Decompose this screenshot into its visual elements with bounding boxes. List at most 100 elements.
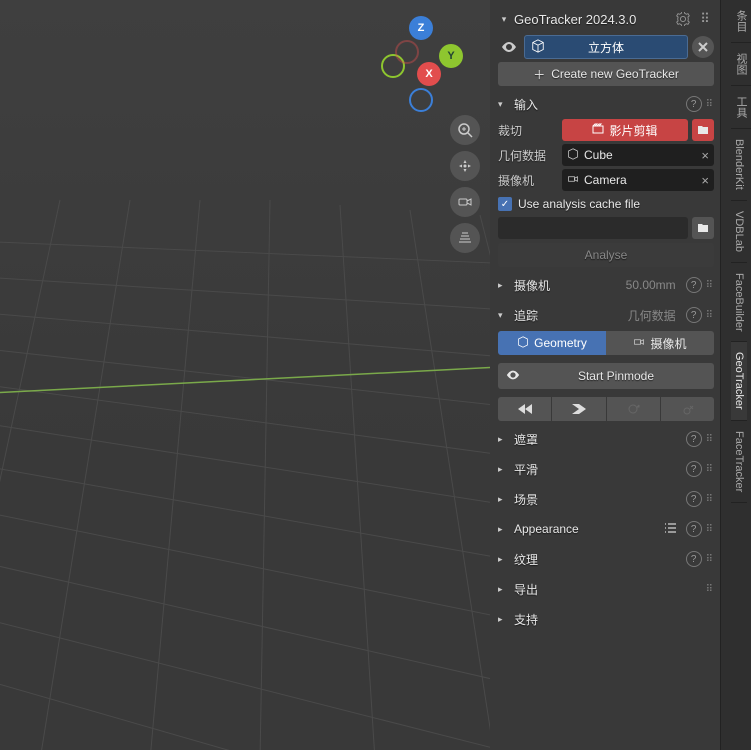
list-icon[interactable] xyxy=(664,521,678,538)
side-panel: ▾ GeoTracker 2024.3.0 ⠿ 立方体 ＋ Create new… xyxy=(490,0,720,750)
twisty-icon[interactable]: ▸ xyxy=(498,434,510,445)
geometry-field[interactable]: Cube × xyxy=(562,144,714,166)
twisty-icon[interactable]: ▾ xyxy=(498,99,510,110)
tracking-hint: 几何数据 xyxy=(628,307,676,324)
start-pinmode-button[interactable]: Start Pinmode xyxy=(498,363,714,389)
pan-button[interactable] xyxy=(450,151,480,181)
twisty-icon[interactable]: ▾ xyxy=(498,14,510,25)
viewport-grid xyxy=(0,0,490,750)
target-object-field[interactable]: 立方体 xyxy=(524,35,688,59)
zoom-button[interactable] xyxy=(450,115,480,145)
help-icon[interactable]: ? xyxy=(686,307,702,323)
tab-facetracker[interactable]: FaceTracker xyxy=(731,421,747,503)
camera-label: 摄像机 xyxy=(498,172,558,189)
camera-icon xyxy=(633,336,645,351)
gizmo-z-axis[interactable]: Z xyxy=(409,16,433,40)
side-tabs: 条目 视图 工具 BlenderKit VDBLab FaceBuilder G… xyxy=(731,0,751,750)
create-geotracker-button[interactable]: ＋ Create new GeoTracker xyxy=(498,62,714,86)
orientation-gizmo[interactable]: Z Y X xyxy=(375,10,465,105)
use-cache-checkbox[interactable]: ✓ xyxy=(498,197,512,211)
clip-field[interactable]: 影片剪辑 xyxy=(562,119,688,141)
drag-grip-icon[interactable]: ⠿ xyxy=(706,524,714,535)
camera-field[interactable]: Camera × xyxy=(562,169,714,191)
track-forward-button[interactable] xyxy=(552,397,605,421)
clear-track-button[interactable] xyxy=(661,397,714,421)
mask-header: 遮罩 xyxy=(514,431,682,448)
movieclip-icon xyxy=(592,123,604,138)
track-geometry-toggle[interactable]: Geometry xyxy=(498,331,606,355)
mesh-icon xyxy=(531,39,545,56)
perspective-button[interactable] xyxy=(450,223,480,253)
twisty-icon[interactable]: ▾ xyxy=(498,310,510,321)
drag-grip-icon[interactable]: ⠿ xyxy=(706,310,714,321)
tracking-header: 追踪 xyxy=(514,307,624,324)
help-icon[interactable]: ? xyxy=(686,551,702,567)
analyse-button[interactable]: Analyse xyxy=(498,243,714,267)
help-icon[interactable]: ? xyxy=(686,491,702,507)
eye-icon xyxy=(506,368,526,385)
inputs-header: 输入 xyxy=(514,96,682,113)
export-header: 导出 xyxy=(514,581,702,598)
drag-grip-icon[interactable]: ⠿ xyxy=(706,99,714,110)
use-cache-label: Use analysis cache file xyxy=(518,197,640,211)
target-object-name: 立方体 xyxy=(588,39,624,56)
clear-icon[interactable]: × xyxy=(701,148,709,163)
panel-scrollbar[interactable] xyxy=(720,0,731,750)
gizmo-x-axis[interactable]: X xyxy=(417,62,441,86)
browse-cache-button[interactable] xyxy=(692,217,714,239)
drag-grip-icon[interactable]: ⠿ xyxy=(706,584,714,595)
scene-header: 场景 xyxy=(514,491,682,508)
drag-grip-icon[interactable]: ⠿ xyxy=(706,464,714,475)
clear-icon[interactable]: × xyxy=(701,173,709,188)
viewport-3d[interactable]: Z Y X xyxy=(0,0,490,750)
gear-icon[interactable] xyxy=(674,10,692,28)
focal-length: 50.00mm xyxy=(626,278,676,292)
camera-section-header: 摄像机 xyxy=(514,277,622,294)
clip-label: 裁切 xyxy=(498,122,558,139)
open-clip-button[interactable] xyxy=(692,119,714,141)
support-header: 支持 xyxy=(514,611,714,628)
geometry-label: 几何数据 xyxy=(498,147,558,164)
twisty-icon[interactable]: ▸ xyxy=(498,494,510,505)
track-backward-button[interactable] xyxy=(498,397,551,421)
tab-tool[interactable]: 工具 xyxy=(731,86,751,129)
refine-button[interactable] xyxy=(607,397,660,421)
drag-grip-icon[interactable]: ⠿ xyxy=(706,494,714,505)
help-icon[interactable]: ? xyxy=(686,431,702,447)
twisty-icon[interactable]: ▸ xyxy=(498,554,510,565)
panel-title: GeoTracker 2024.3.0 xyxy=(514,12,670,27)
twisty-icon[interactable]: ▸ xyxy=(498,584,510,595)
tab-blenderkit[interactable]: BlenderKit xyxy=(731,129,747,201)
help-icon[interactable]: ? xyxy=(686,521,702,537)
clear-object-button[interactable] xyxy=(692,36,714,58)
drag-grip-icon[interactable]: ⠿ xyxy=(706,280,714,291)
twisty-icon[interactable]: ▸ xyxy=(498,614,510,625)
gizmo-neg-x[interactable] xyxy=(395,40,419,64)
smooth-header: 平滑 xyxy=(514,461,682,478)
drag-grip-icon[interactable]: ⠿ xyxy=(706,554,714,565)
mesh-icon xyxy=(567,148,579,163)
cache-path-field[interactable] xyxy=(498,217,688,239)
twisty-icon[interactable]: ▸ xyxy=(498,464,510,475)
help-icon[interactable]: ? xyxy=(686,277,702,293)
track-camera-toggle[interactable]: 摄像机 xyxy=(606,331,714,355)
tab-facebuilder[interactable]: FaceBuilder xyxy=(731,263,747,343)
texture-header: 纹理 xyxy=(514,551,682,568)
visibility-icon[interactable] xyxy=(498,35,520,59)
tab-items[interactable]: 条目 xyxy=(731,0,751,43)
gizmo-neg-z[interactable] xyxy=(409,88,433,112)
camera-view-button[interactable] xyxy=(450,187,480,217)
tab-geotracker[interactable]: GeoTracker xyxy=(731,342,747,421)
drag-grip-icon[interactable]: ⠿ xyxy=(696,10,714,28)
help-icon[interactable]: ? xyxy=(686,96,702,112)
camera-icon xyxy=(567,173,579,188)
gizmo-y-axis[interactable]: Y xyxy=(439,44,463,68)
twisty-icon[interactable]: ▸ xyxy=(498,524,510,535)
appearance-header: Appearance xyxy=(514,522,660,536)
tab-view[interactable]: 视图 xyxy=(731,43,751,86)
twisty-icon[interactable]: ▸ xyxy=(498,280,510,291)
plus-icon: ＋ xyxy=(533,66,545,83)
help-icon[interactable]: ? xyxy=(686,461,702,477)
tab-vdblab[interactable]: VDBLab xyxy=(731,201,747,263)
drag-grip-icon[interactable]: ⠿ xyxy=(706,434,714,445)
